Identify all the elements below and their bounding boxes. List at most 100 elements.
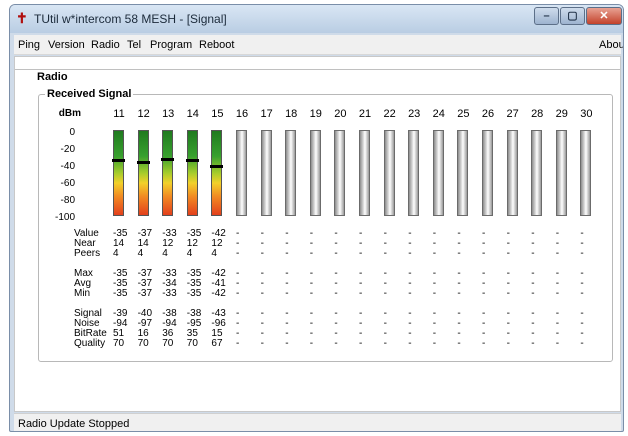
stat-value: - [531,248,535,259]
signal-bar [482,130,493,216]
channel-header: 29 [555,108,568,120]
stat-value: 4 [113,248,119,259]
stat-value: 70 [137,338,149,349]
stat-value: - [260,338,264,349]
stat-label: Min [74,288,91,299]
stat-value: - [285,338,289,349]
channel-header: 22 [383,108,396,120]
stat-value: - [359,288,363,299]
stat-value: - [309,338,314,349]
signal-level-marker [185,159,199,162]
channel-header: 25 [457,108,470,120]
signal-level-marker [210,165,224,168]
stat-value: - [506,288,510,299]
menu-reboot[interactable]: Reboot [199,39,234,51]
signal-bar [285,130,297,216]
dbm-tick: -60 [60,178,75,189]
stat-value: - [555,338,560,349]
signal-bar [161,130,175,216]
channel-header: 18 [285,108,298,120]
stat-value: - [580,338,584,349]
stat-value: -37 [137,288,153,299]
signal-bar [136,130,150,216]
signal-bar [334,130,346,216]
signal-bar [236,130,247,216]
stat-value: - [531,288,535,299]
stat-value: - [334,338,338,349]
signal-level-marker [161,158,175,161]
stat-value: -35 [113,288,128,299]
channel-header: 16 [235,108,249,120]
signal-bar [555,130,567,216]
channel-header: 11 [113,108,125,120]
stat-value: 70 [113,338,125,349]
minimize-button[interactable]: – [534,7,559,25]
maximize-button[interactable]: ▢ [560,7,585,25]
stat-value: - [580,248,584,259]
stat-value: - [432,338,437,349]
stat-value: - [236,338,240,349]
stat-label: Quality [74,338,106,349]
stat-value: - [506,248,510,259]
stat-value: 4 [162,248,168,259]
stat-value: - [359,338,363,349]
stat-value: - [457,248,461,259]
signal-bar [185,130,199,216]
stat-value: - [531,338,535,349]
channel-header: 27 [506,108,519,120]
title-bar[interactable]: ✝ TUtil w*intercom 58 MESH - [Signal] – … [10,5,623,33]
stat-value: - [555,288,560,299]
channel-header: 12 [137,108,150,120]
dbm-tick: -20 [60,144,75,155]
signal-bar [383,130,395,216]
radio-tab-label: Radio [35,71,70,83]
channel-header: 24 [432,108,445,120]
stat-value: 4 [211,248,217,259]
stat-value: 70 [186,338,198,349]
stat-value: - [432,248,437,259]
stat-value: - [236,248,240,259]
client-area: Radio Received Signal Start dBm0-20-40-6… [14,56,621,431]
channel-header: 19 [309,108,322,120]
stat-value: -33 [162,288,177,299]
menu-tel[interactable]: Tel [127,39,141,51]
menu-radio[interactable]: Radio [91,39,120,51]
stat-value: - [432,288,437,299]
stat-value: - [334,288,338,299]
stat-value: - [457,288,461,299]
stat-value: 70 [162,338,174,349]
channel-header: 30 [580,108,593,120]
signal-bar [210,130,224,216]
stat-value: - [482,248,486,259]
stat-value: - [309,288,314,299]
signal-bar [112,130,125,216]
menu-ping[interactable]: Ping [18,39,40,51]
stat-value: - [580,288,584,299]
signal-bar [260,130,272,216]
signal-bar [408,130,420,216]
signal-level-marker [112,159,125,162]
menu-program[interactable]: Program [150,39,192,51]
close-button[interactable]: ✕ [586,7,622,25]
stat-value: - [309,248,314,259]
stat-value: - [408,248,412,259]
cross-icon: ✝ [16,10,28,26]
dbm-tick: 0 [69,127,75,138]
channel-header: 28 [531,108,544,120]
signal-level-marker [136,161,150,164]
dbm-tick: -100 [54,212,75,223]
dbm-tick: -80 [60,195,75,206]
channel-header: 21 [358,108,372,120]
stat-value: - [236,288,240,299]
status-bar: Radio Update Stopped [14,413,621,431]
menu-about[interactable]: About [599,39,623,51]
app-window: ✝ TUtil w*intercom 58 MESH - [Signal] – … [9,4,624,432]
stat-value: - [359,248,363,259]
channel-header: 13 [162,108,175,120]
channel-header: 23 [408,108,421,120]
channel-header: 15 [211,108,224,120]
dbm-tick: -40 [60,161,75,172]
window-title: TUtil w*intercom 58 MESH - [Signal] [34,12,227,26]
dbm-unit-label: dBm [58,108,81,119]
menu-version[interactable]: Version [48,39,85,51]
